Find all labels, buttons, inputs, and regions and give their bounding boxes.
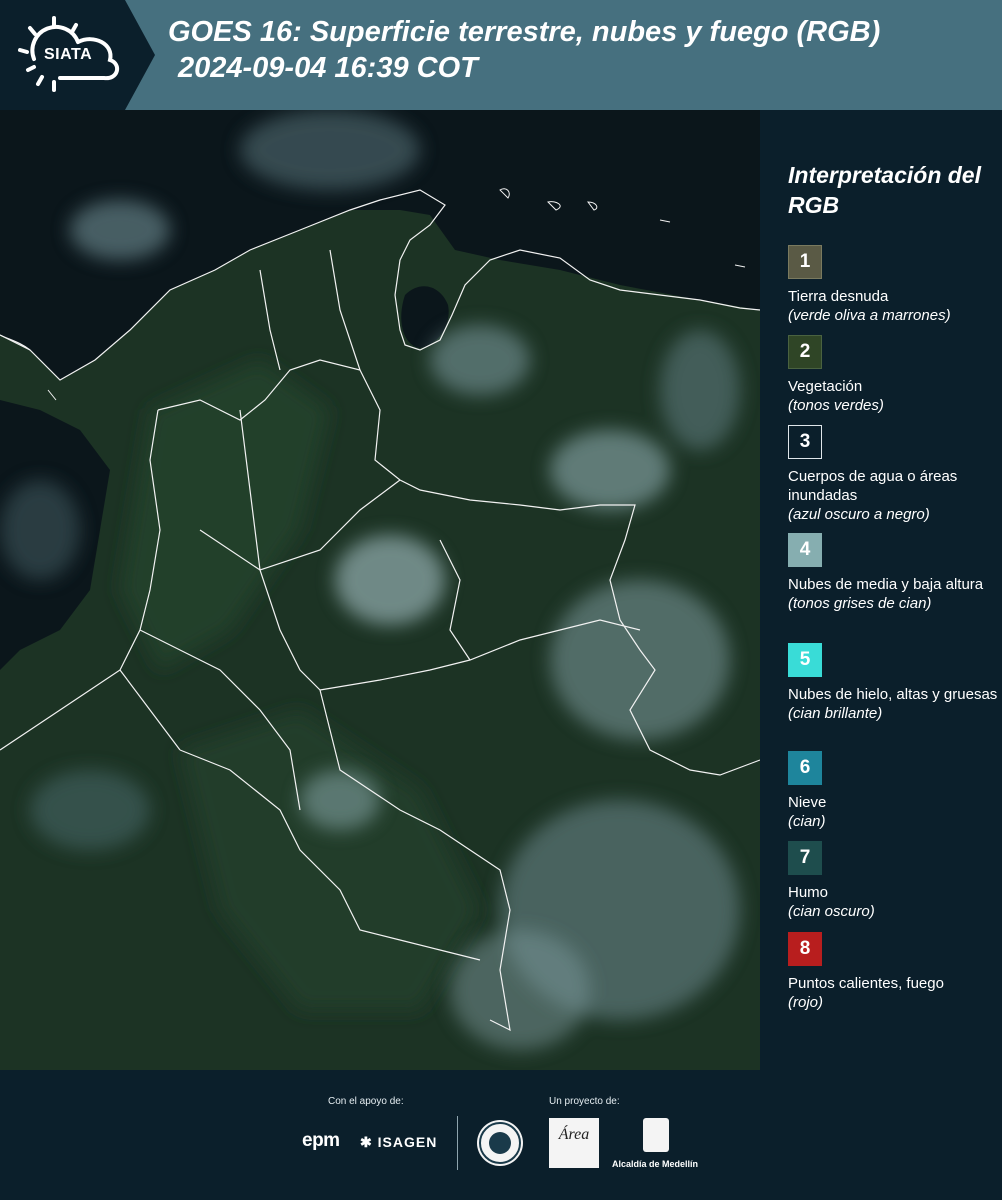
isagen-text: ISAGEN — [377, 1134, 438, 1150]
legend-item-7: 7 Humo (cian oscuro) — [788, 841, 998, 921]
legend-label: Cuerpos de agua o áreas inundadas — [788, 468, 958, 504]
alcaldia-crest-icon — [643, 1118, 669, 1152]
legend-swatch: 6 — [788, 751, 822, 785]
title-line-2: 2024-09-04 16:39 COT — [178, 52, 478, 84]
header-chevron — [118, 0, 155, 110]
alcaldia-logo: Alcaldía de Medellín — [612, 1159, 699, 1169]
legend-swatch: 8 — [788, 932, 822, 966]
legend-item-6: 6 Nieve (cian) — [788, 751, 998, 831]
legend-swatch: 5 — [788, 643, 822, 677]
legend-sub: (cian brillante) — [788, 705, 883, 722]
title-line-1: GOES 16: Superficie terrestre, nubes y f… — [168, 16, 881, 48]
legend-item-3: 3 Cuerpos de agua o áreas inundadas (azu… — [788, 425, 998, 524]
legend-item-1: 1 Tierra desnuda (verde oliva a marrones… — [788, 245, 998, 325]
legend-swatch: 7 — [788, 841, 822, 875]
area-metropolitana-logo: Área — [549, 1118, 599, 1168]
footer: Con el apoyo de: Un proyecto de: epm ✱ I… — [0, 1070, 1002, 1200]
logo-text: SIATA — [44, 46, 93, 63]
legend-label: Tierra desnuda — [788, 288, 889, 305]
legend-label: Humo — [788, 884, 829, 901]
siata-logo: SIATA — [14, 14, 124, 94]
legend-label: Vegetación — [788, 378, 863, 395]
legend-item-4: 4 Nubes de media y baja altura (tonos gr… — [788, 533, 998, 613]
legend-swatch: 1 — [788, 245, 822, 279]
legend-swatch: 3 — [788, 425, 822, 459]
satellite-map — [0, 110, 760, 1070]
project-label: Un proyecto de: — [549, 1096, 620, 1107]
legend-item-8: 8 Puntos calientes, fuego (rojo) — [788, 932, 998, 1012]
university-seal-icon — [477, 1120, 523, 1166]
legend-panel: Interpretación del RGB 1 Tierra desnuda … — [760, 110, 1002, 1070]
legend-item-5: 5 Nubes de hielo, altas y gruesas (cian … — [788, 643, 998, 723]
legend-swatch: 2 — [788, 335, 822, 369]
legend-label: Nubes de media y baja altura — [788, 576, 984, 593]
legend-sub: (tonos verdes) — [788, 397, 884, 414]
legend-sub: (rojo) — [788, 994, 824, 1011]
legend-sub: (verde oliva a marrones) — [788, 307, 951, 324]
legend-sub: (cian) — [788, 813, 826, 830]
map-graphic — [0, 110, 760, 1070]
legend-swatch: 4 — [788, 533, 822, 567]
page-title: GOES 16: Superficie terrestre, nubes y f… — [168, 14, 880, 86]
footer-divider — [457, 1116, 458, 1170]
header-bar: SIATA GOES 16: Superficie terrestre, nub… — [0, 0, 1002, 110]
legend-sub: (azul oscuro a negro) — [788, 506, 930, 523]
legend-sub: (cian oscuro) — [788, 903, 875, 920]
support-label: Con el apoyo de: — [328, 1096, 404, 1107]
area-logo-text: Área — [558, 1126, 590, 1143]
legend-title: Interpretación del RGB — [788, 162, 981, 218]
isagen-logo: ✱ ISAGEN — [360, 1134, 437, 1151]
isagen-icon: ✱ — [360, 1134, 373, 1150]
legend-label: Nubes de hielo, altas y gruesas — [788, 686, 998, 703]
legend-label: Puntos calientes, fuego — [788, 975, 944, 992]
epm-logo: epm — [302, 1130, 340, 1151]
legend-sub: (tonos grises de cian) — [788, 595, 932, 612]
legend-label: Nieve — [788, 794, 827, 811]
legend-item-2: 2 Vegetación (tonos verdes) — [788, 335, 998, 415]
